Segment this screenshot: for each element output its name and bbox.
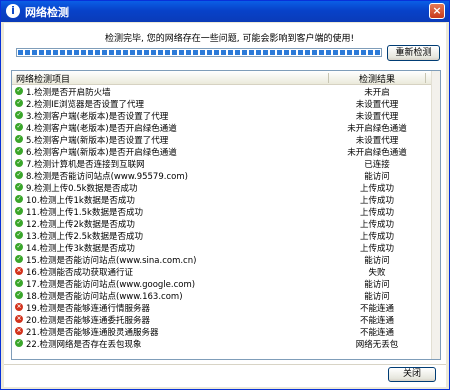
table-row[interactable]: ✓ 18.检测是否能访问站点(www.163.com) 能访问 bbox=[12, 289, 431, 302]
table-row[interactable]: ✓ 12.检测上传2k数据是否成功 上传成功 bbox=[12, 217, 431, 230]
x-circle-icon: × bbox=[15, 315, 23, 323]
check-circle-icon: ✓ bbox=[15, 183, 23, 191]
check-circle-icon: ✓ bbox=[15, 171, 23, 179]
check-result-label: 网络无丢包 bbox=[355, 340, 399, 350]
check-circle-icon: ✓ bbox=[15, 99, 23, 107]
table-row[interactable]: × 16.检测能否成功获取通行证 失败 bbox=[12, 265, 431, 278]
column-divider[interactable] bbox=[425, 73, 426, 83]
table-row[interactable]: × 19.检测是否能够连通行情服务器 不能连通 bbox=[12, 301, 431, 314]
check-item-label: 22.检测网络是否存在丢包现象 bbox=[26, 340, 142, 350]
table-row[interactable]: × 21.检测是否能够连通股灵通服务器 不能连通 bbox=[12, 325, 431, 338]
column-divider[interactable] bbox=[328, 73, 329, 83]
table-row[interactable]: ✓ 7.检测计算机是否连接到互联网 已连接 bbox=[12, 157, 431, 170]
table-row[interactable]: ✓ 2.检测IE浏览器是否设置了代理 未设置代理 bbox=[12, 97, 431, 110]
check-circle-icon: ✓ bbox=[15, 111, 23, 119]
table-row[interactable]: ✓ 4.检测客户端(老版本)是否开启绿色通道 未开启绿色通道 bbox=[12, 121, 431, 134]
progress-bar bbox=[16, 48, 382, 57]
table-row[interactable]: ✓ 10.检测上传1k数据是否成功 上传成功 bbox=[12, 193, 431, 206]
table-row[interactable]: × 20.检测是否能够连通委托服务器 不能连通 bbox=[12, 313, 431, 326]
table-row[interactable]: ✓ 5.检测客户端(新版本)是否设置了代理 未设置代理 bbox=[12, 133, 431, 146]
table-row[interactable]: ✓ 6.检测客户端(新版本)是否开启绿色通道 未开启绿色通道 bbox=[12, 145, 431, 158]
close-button[interactable]: 关闭 bbox=[388, 367, 436, 382]
table-row[interactable]: ✓ 14.检测上传3k数据是否成功 上传成功 bbox=[12, 241, 431, 254]
table-row[interactable]: ✓ 17.检测是否能访问站点(www.google.com) 能访问 bbox=[12, 277, 431, 290]
check-circle-icon: ✓ bbox=[15, 219, 23, 227]
check-circle-icon: ✓ bbox=[15, 147, 23, 155]
x-circle-icon: × bbox=[15, 303, 23, 311]
info-icon: i bbox=[6, 4, 20, 18]
table-row[interactable]: ✓ 15.检测是否能访问站点(www.sina.com.cn) 能访问 bbox=[12, 253, 431, 266]
check-circle-icon: ✓ bbox=[15, 255, 23, 263]
status-message: 检测完毕, 您的网络存在一些问题, 可能会影响到客户端的使用! bbox=[105, 34, 355, 44]
column-header-item[interactable]: 网络检测项目 bbox=[16, 72, 70, 85]
x-circle-icon: × bbox=[15, 267, 23, 275]
check-circle-icon: ✓ bbox=[15, 207, 23, 215]
recheck-button[interactable]: 重新检测 bbox=[387, 45, 440, 61]
divider bbox=[4, 364, 446, 365]
table-rows: ✓ 1.检测是否开启防火墙 未开启 ✓ 2.检测IE浏览器是否设置了代理 未设置代理 ✓ 3.… bbox=[12, 85, 431, 350]
table-row[interactable]: ✓ 1.检测是否开启防火墙 未开启 bbox=[12, 85, 431, 98]
check-circle-icon: ✓ bbox=[15, 135, 23, 143]
check-circle-icon: ✓ bbox=[15, 123, 23, 131]
scrollbar[interactable] bbox=[431, 71, 440, 359]
results-table: 网络检测项目 检测结果 ✓ 1.检测是否开启防火墙 未开启 ✓ 2.检测IE浏览器是否设… bbox=[11, 70, 441, 360]
check-circle-icon: ✓ bbox=[15, 279, 23, 287]
x-circle-icon: × bbox=[15, 327, 23, 335]
table-row[interactable]: ✓ 8.检测是否能访问站点(www.95579.com) 能访问 bbox=[12, 169, 431, 182]
table-row[interactable]: ✓ 13.检测上传2.5k数据是否成功 上传成功 bbox=[12, 229, 431, 242]
check-circle-icon: ✓ bbox=[15, 339, 23, 347]
check-circle-icon: ✓ bbox=[15, 87, 23, 95]
network-check-window: i 网络检测 × 检测完毕, 您的网络存在一些问题, 可能会影响到客户端的使用!… bbox=[0, 0, 450, 390]
table-header: 网络检测项目 检测结果 bbox=[12, 71, 432, 85]
window-title: 网络检测 bbox=[25, 6, 69, 19]
table-row[interactable]: ✓ 22.检测网络是否存在丢包现象 网络无丢包 bbox=[12, 337, 431, 350]
table-row[interactable]: ✓ 9.检测上传0.5k数据是否成功 上传成功 bbox=[12, 181, 431, 194]
table-row[interactable]: ✓ 11.检测上传1.5k数据是否成功 上传成功 bbox=[12, 205, 431, 218]
table-row[interactable]: ✓ 3.检测客户端(老版本)是否设置了代理 未设置代理 bbox=[12, 109, 431, 122]
check-circle-icon: ✓ bbox=[15, 243, 23, 251]
check-circle-icon: ✓ bbox=[15, 195, 23, 203]
check-circle-icon: ✓ bbox=[15, 291, 23, 299]
progress-fill bbox=[18, 50, 380, 55]
title-bar[interactable]: i 网络检测 × bbox=[1, 1, 449, 22]
check-circle-icon: ✓ bbox=[15, 159, 23, 167]
column-header-result[interactable]: 检测结果 bbox=[332, 72, 422, 85]
close-window-icon[interactable]: × bbox=[429, 3, 445, 19]
check-circle-icon: ✓ bbox=[15, 231, 23, 239]
